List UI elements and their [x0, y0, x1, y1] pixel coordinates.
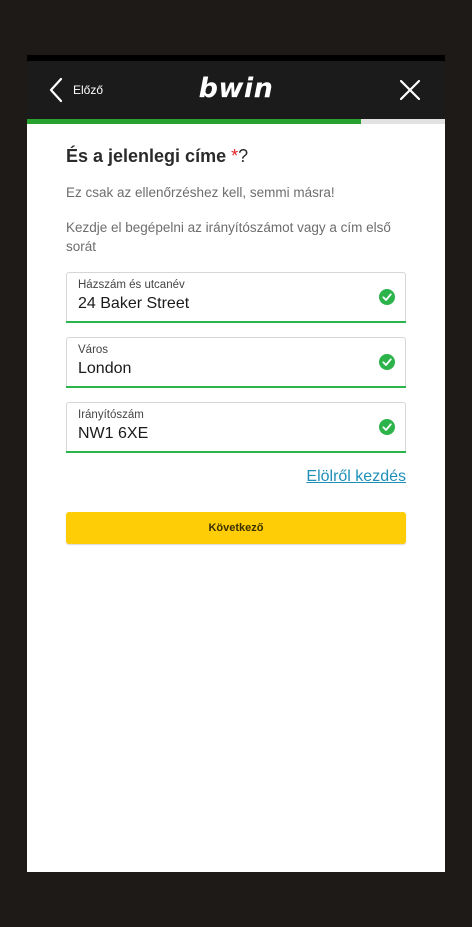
- field-label: Irányítószám: [78, 409, 144, 421]
- address-form: És a jelenlegi címe *? Ez csak az ellenő…: [66, 124, 406, 544]
- check-circle-icon: [379, 354, 395, 370]
- city-input[interactable]: London: [78, 360, 131, 378]
- city-field[interactable]: Város London: [66, 337, 406, 388]
- restart-link[interactable]: Elölről kezdés: [66, 467, 406, 487]
- bwin-logo: bwin: [198, 73, 274, 104]
- close-icon: [397, 79, 423, 107]
- street-input[interactable]: 24 Baker Street: [78, 295, 189, 313]
- close-button[interactable]: [397, 77, 423, 103]
- check-circle-icon: [379, 289, 395, 305]
- postcode-field[interactable]: Irányítószám NW1 6XE: [66, 402, 406, 453]
- page-title: És a jelenlegi címe *?: [66, 144, 406, 168]
- field-label: Házszám és utcanév: [78, 279, 185, 291]
- chevron-left-icon: [49, 77, 63, 103]
- back-label: Előző: [73, 83, 104, 97]
- instruction-text: Kezdje el begépelni az irányítószámot va…: [66, 220, 391, 254]
- title-text: És a jelenlegi címe: [66, 146, 232, 166]
- app-screen: Előző bwin És a jelenlegi címe *? Ez csa…: [27, 55, 445, 872]
- title-qmark: ?: [238, 146, 249, 166]
- back-button[interactable]: Előző: [49, 73, 103, 107]
- field-label: Város: [78, 344, 109, 356]
- privacy-note: Ez csak az ellenőrzéshez kell, semmi más…: [66, 185, 335, 200]
- header-bar: Előző bwin: [27, 61, 445, 119]
- street-field[interactable]: Házszám és utcanév 24 Baker Street: [66, 272, 406, 323]
- next-button[interactable]: Következő: [66, 512, 406, 544]
- check-circle-icon: [379, 419, 395, 435]
- postcode-input[interactable]: NW1 6XE: [78, 425, 148, 443]
